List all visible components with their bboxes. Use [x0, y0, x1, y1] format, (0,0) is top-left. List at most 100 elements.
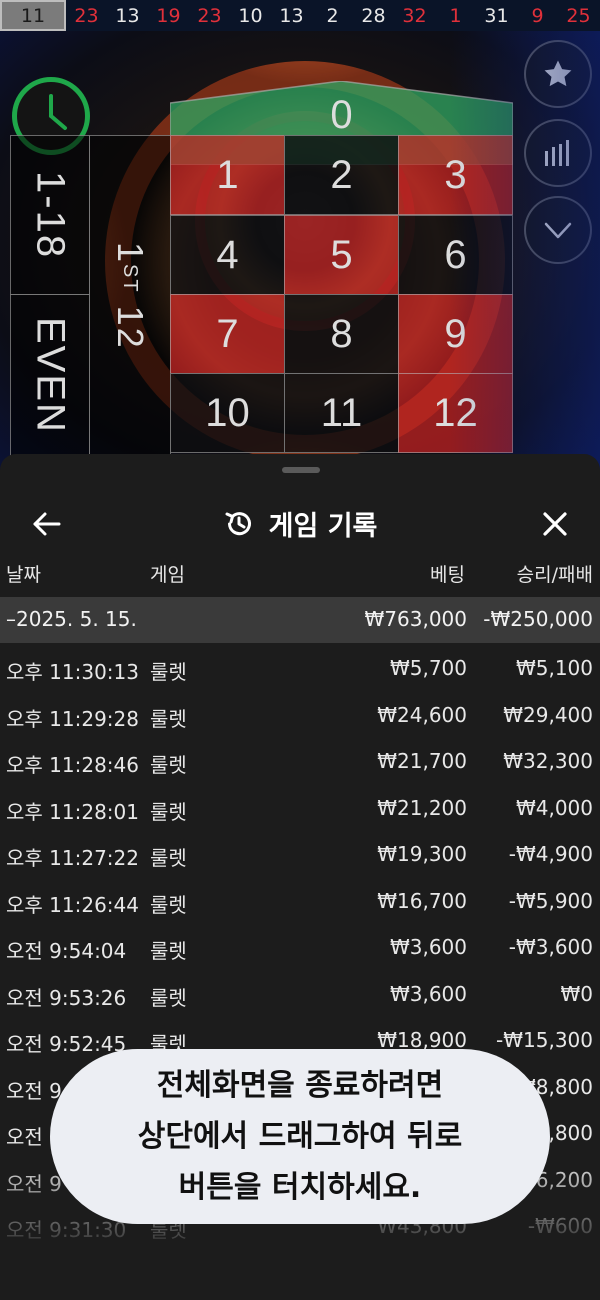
history-number: 9: [531, 4, 544, 27]
history-row[interactable]: 오후 11:26:44 룰렛 ₩16,700 -₩5,900: [0, 877, 600, 923]
history-number: 11: [0, 0, 66, 31]
row-result: -₩3,600: [508, 935, 593, 959]
row-result: ₩32,300: [503, 749, 593, 773]
bet-number-3[interactable]: 3: [398, 135, 513, 215]
row-bet: ₩3,600: [389, 935, 467, 959]
date-group-row[interactable]: –2025. 5. 15. ₩763,000 -₩250,000: [0, 597, 600, 643]
history-icon: [225, 511, 251, 535]
row-time: 오후 11:29:28: [6, 706, 139, 731]
bet-number-12[interactable]: 12: [398, 373, 513, 453]
row-game: 룰렛: [150, 660, 187, 684]
close-button[interactable]: [530, 502, 580, 546]
bet-number-label: 8: [330, 311, 353, 356]
row-bet: ₩5,700: [389, 656, 467, 680]
row-result: ₩4,000: [515, 795, 593, 820]
bet-number-5[interactable]: 5: [284, 215, 399, 295]
row-bet: ₩21,200: [377, 795, 467, 820]
row-bet: ₩19,300: [377, 842, 467, 866]
column-game: 게임: [150, 564, 185, 586]
row-result: -₩4,900: [508, 842, 593, 866]
row-game: 룰렛: [150, 846, 187, 870]
date-group-result: -₩250,000: [483, 607, 593, 631]
row-result: -₩5,900: [508, 888, 593, 913]
zero-label: 0: [330, 93, 353, 137]
history-number: 28: [361, 4, 386, 27]
row-result: -₩15,300: [496, 1028, 593, 1052]
collapse-button[interactable]: [524, 196, 592, 264]
row-result: ₩0: [560, 981, 594, 1006]
row-time: 오전 9:54:04: [6, 939, 127, 963]
favorite-button[interactable]: [524, 40, 592, 108]
sheet-drag-handle[interactable]: [282, 467, 320, 473]
history-row[interactable]: 오후 11:27:22 룰렛 ₩19,300 -₩4,900: [0, 830, 600, 876]
row-time: 오후 11:28:01: [6, 799, 139, 824]
row-game: 룰렛: [150, 753, 187, 777]
row-bet: ₩24,600: [377, 702, 467, 727]
row-result: ₩5,100: [515, 656, 593, 680]
row-time: 오전 9:52:45: [6, 1032, 127, 1056]
history-number: 1: [449, 4, 462, 27]
row-game: 룰렛: [150, 985, 187, 1010]
column-result: 승리/패배: [516, 564, 593, 586]
bet-number-label: 7: [216, 311, 239, 356]
date-group-label: –2025. 5. 15.: [6, 607, 137, 631]
bet-number-10[interactable]: 10: [170, 373, 285, 453]
row-time: 오전: [6, 1125, 43, 1149]
history-number: 31: [484, 4, 509, 27]
history-number: 13: [279, 4, 304, 27]
row-bet: ₩3,600: [389, 981, 467, 1006]
history-number: 32: [402, 4, 427, 27]
column-date: 날짜: [6, 564, 41, 586]
bet-number-9[interactable]: 9: [398, 294, 513, 374]
fullscreen-exit-toast: 전체화면을 종료하려면 상단에서 드래그하여 뒤로 버튼을 터치하세요.: [50, 1049, 550, 1224]
star-icon: [544, 60, 572, 87]
bet-even[interactable]: EVEN: [10, 294, 90, 456]
bet-number-label: 11: [320, 390, 363, 435]
bet-number-label: 12: [433, 390, 478, 435]
bet-number-11[interactable]: 11: [284, 373, 399, 453]
row-time: 오후 11:26:44: [6, 892, 139, 917]
results-history-strip: 11 23 13 19 23 10 13 2 28 32 1 31 9 25: [0, 0, 600, 31]
history-number: 23: [74, 4, 99, 27]
toast-line-2: 상단에서 드래그하여 뒤로: [137, 1119, 463, 1154]
bet-number-4[interactable]: 4: [170, 215, 285, 295]
row-time: 오전 9: [6, 1078, 62, 1103]
history-row[interactable]: 오후 11:30:13 룰렛 ₩5,700 ₩5,100: [0, 644, 600, 690]
toast-line-1: 전체화면을 종료하려면: [156, 1068, 444, 1103]
history-row[interactable]: 오후 11:28:46 룰렛 ₩21,700 ₩32,300: [0, 737, 600, 783]
row-bet: ₩21,700: [377, 749, 467, 773]
bet-number-7[interactable]: 7: [170, 294, 285, 374]
bet-1-18[interactable]: 1-18: [10, 135, 90, 295]
row-result: ₩29,400: [503, 702, 593, 727]
bet-number-label: 1: [216, 152, 239, 197]
bet-number-6[interactable]: 6: [398, 215, 513, 295]
bet-number-label: 4: [216, 232, 239, 277]
bet-number-1[interactable]: 1: [170, 135, 285, 215]
history-number: 10: [238, 4, 263, 27]
history-row[interactable]: 오전 9:54:04 룰렛 ₩3,600 -₩3,600: [0, 923, 600, 969]
bet-first-dozen[interactable]: 1ST 12: [89, 135, 171, 456]
bet-number-label: 5: [330, 232, 353, 277]
history-number: 2: [326, 4, 339, 27]
row-bet: ₩16,700: [377, 888, 467, 913]
sheet-header: 게임 기록: [0, 474, 600, 574]
date-group-bet: ₩763,000: [364, 607, 467, 631]
roulette-game-area: 0 1-18 EVEN 1ST 12 1 2 3 4 5 6 7 8 9 10 11 12: [0, 31, 600, 471]
bet-first-dozen-label: 1ST 12: [110, 241, 151, 350]
bet-number-label: 3: [444, 152, 467, 197]
history-row[interactable]: 오후 11:28:01 룰렛 ₩21,200 ₩4,000: [0, 784, 600, 830]
history-number: 13: [115, 4, 140, 27]
column-headers: 날짜 게임 베팅 승리/패배: [0, 560, 600, 594]
column-bet: 베팅: [430, 564, 465, 586]
bet-number-2[interactable]: 2: [284, 135, 399, 215]
history-row[interactable]: 오후 11:29:28 룰렛 ₩24,600 ₩29,400: [0, 691, 600, 737]
statistics-button[interactable]: [524, 119, 592, 187]
sheet-title-group: 게임 기록: [0, 504, 600, 543]
history-number: 25: [566, 4, 591, 27]
row-game: 룰렛: [150, 799, 187, 824]
bet-number-8[interactable]: 8: [284, 294, 399, 374]
row-game: 룰렛: [150, 939, 187, 963]
history-row[interactable]: 오전 9:53:26 룰렛 ₩3,600 ₩0: [0, 970, 600, 1016]
bet-1-18-label: 1-18: [28, 170, 73, 260]
row-time: 오후 11:27:22: [6, 846, 139, 870]
